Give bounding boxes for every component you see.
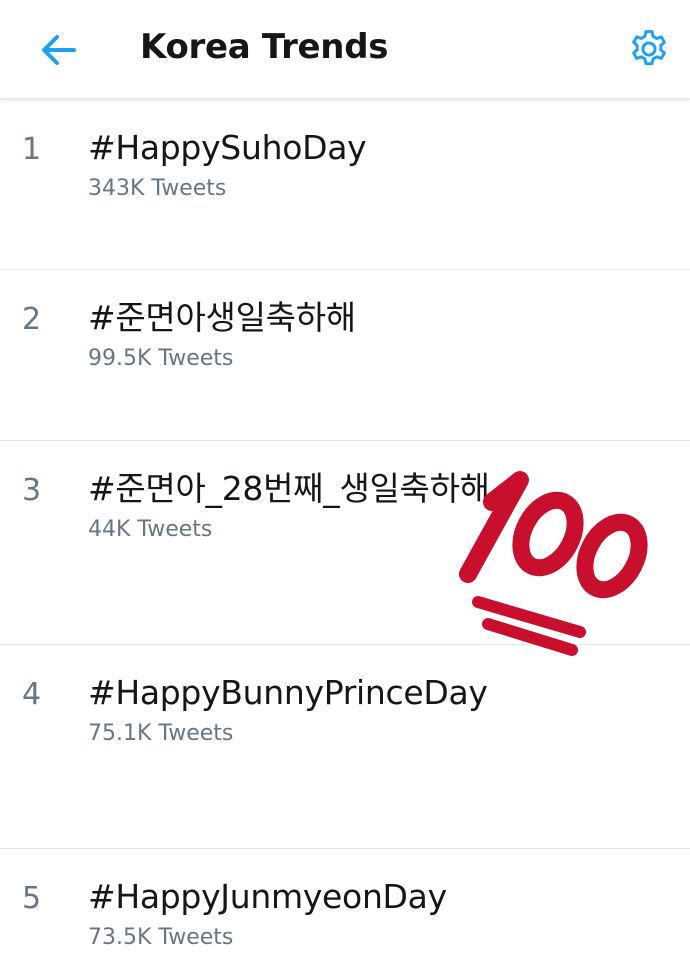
- trend-name[interactable]: #HappySuhoDay: [88, 126, 367, 170]
- trend-rank: 3: [22, 473, 42, 508]
- gear-icon: [632, 30, 666, 66]
- trend-tweet-count: 99.5K Tweets: [88, 346, 234, 371]
- trend-rank: 2: [22, 302, 42, 337]
- trend-name[interactable]: #HappyBunnyPrinceDay: [88, 671, 488, 715]
- trend-tweet-count: 75.1K Tweets: [88, 721, 234, 746]
- back-button[interactable]: [30, 22, 86, 78]
- settings-button[interactable]: [620, 20, 678, 78]
- trend-name[interactable]: #준면아_28번째_생일축하해: [88, 467, 490, 511]
- trend-tweet-count: 44K Tweets: [88, 517, 213, 542]
- trend-tweet-count: 343K Tweets: [88, 176, 227, 201]
- trend-item[interactable]: 2 #준면아생일축하해 99.5K Tweets: [0, 270, 690, 441]
- hundred-points-emoji-icon: [459, 471, 648, 656]
- top-app-bar: Korea Trends: [0, 0, 690, 100]
- trend-tweet-count: 73.5K Tweets: [88, 925, 234, 950]
- trend-name[interactable]: #준면아생일축하해: [88, 296, 356, 340]
- trend-item[interactable]: 1 #HappySuhoDay 343K Tweets: [0, 100, 690, 270]
- page-title: Korea Trends: [140, 27, 389, 67]
- trend-item[interactable]: 5 #HappyJunmyeonDay 73.5K Tweets: [0, 849, 690, 957]
- trend-rank: 4: [22, 677, 42, 712]
- trend-name[interactable]: #HappyJunmyeonDay: [88, 875, 447, 919]
- trend-rank: 1: [22, 132, 42, 167]
- arrow-left-icon: [42, 35, 76, 65]
- trend-rank: 5: [22, 881, 42, 916]
- trend-item[interactable]: 4 #HappyBunnyPrinceDay 75.1K Tweets: [0, 645, 690, 849]
